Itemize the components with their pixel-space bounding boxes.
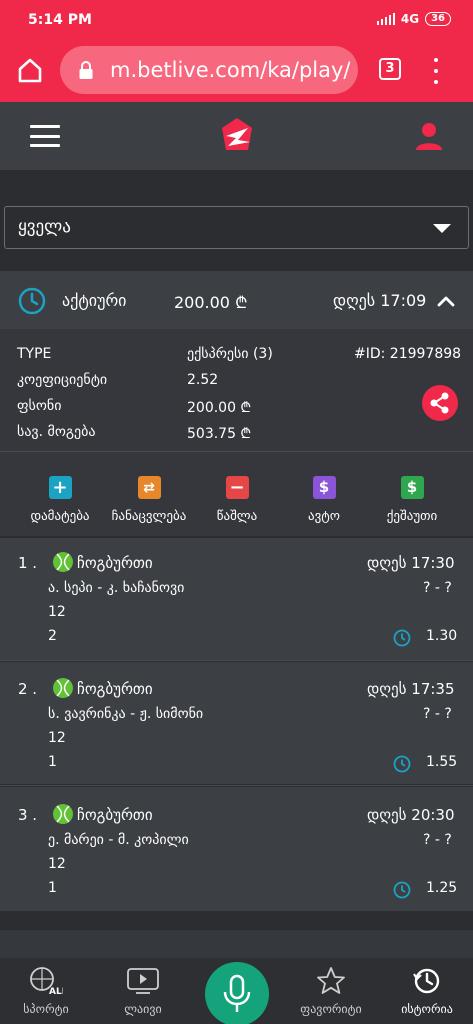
divider [0,660,473,661]
plus-icon: + [48,476,72,499]
match-number: 2 . [18,680,38,698]
bet-date: დღეს 17:09 [333,291,427,310]
clock-icon [18,287,46,315]
clock-icon [393,755,411,773]
tabs-button[interactable]: 3 [379,58,401,80]
star-icon [317,967,345,994]
minus-icon: − [225,476,249,499]
match-market: 12 [48,730,66,746]
bet-id: #ID: 21997898 [354,346,462,362]
status-indicators: 4G 36 [376,12,451,26]
nav-favorites[interactable]: ფავორიტი [291,966,371,1016]
match-score: ? - ? [423,832,452,848]
microphone-icon [223,974,251,1012]
delete-button[interactable]: − წაშლა [192,476,282,524]
network-type: 4G [400,12,420,26]
home-icon[interactable] [16,56,44,84]
match-sport: ჩოგბურთი [77,680,153,698]
auto-button[interactable]: $ ავტო [279,476,369,524]
nav-live[interactable]: ლაივი [103,966,183,1016]
win-label: სავ. მოგება [17,424,96,440]
cashout-button[interactable]: $ ქეშაუთი [367,476,457,524]
match-time: დღეს 17:35 [367,680,455,698]
stake-value: 200.00 ₾ [187,400,252,416]
nav-favorites-label: ფავორიტი [300,1002,362,1016]
type-value: ექსპრესი (3) [187,346,273,362]
coef-value: 2.52 [187,372,219,388]
clock-icon [393,881,411,899]
match-pick: 1 [48,880,57,896]
match-sport: ჩოგბურთი [77,554,153,572]
filter-dropdown[interactable] [4,206,469,249]
bet-amount: 200.00 ₾ [174,293,248,312]
bet-status: აქტიური [62,291,127,310]
browser-menu-icon[interactable] [432,58,440,84]
tennis-ball-icon [53,678,73,698]
filter-selected-value: ყველა [18,217,71,237]
match-market: 12 [48,604,66,620]
sports-ball-icon: ALL [30,967,63,996]
match-teams: ს. ვავრინკა - ჟ. სიმონი [48,706,204,722]
add-label: დამატება [30,509,90,524]
win-value: 503.75 ₾ [187,426,252,442]
match-number: 1 . [18,554,38,572]
match-odds: 1.55 [426,754,458,770]
signal-icon [376,13,395,25]
voice-search-button[interactable] [205,962,269,1024]
divider [0,785,473,786]
replace-label: ჩანაცვლება [111,509,187,524]
stake-label: ფსონი [17,398,62,414]
dropdown-caret-icon[interactable] [433,224,451,233]
play-video-icon [127,968,159,994]
dollar-icon: $ [312,476,336,499]
lock-icon [79,61,93,79]
match-score: ? - ? [423,580,452,596]
header-spacer [0,170,473,198]
dollar-icon: $ [400,476,424,499]
swap-icon: ⇄ [137,476,161,499]
match-time: დღეს 17:30 [367,554,455,572]
match-pick: 2 [48,628,57,644]
nav-sports-label: სპორტი [23,1002,69,1016]
next-bet-card-peek[interactable] [0,930,473,960]
delete-label: წაშლა [216,509,258,524]
type-label: TYPE [17,346,52,362]
user-account-icon[interactable] [414,121,444,151]
match-teams: ე. მარეი - მ. კოპილი [48,832,189,848]
match-number: 3 . [18,806,38,824]
auto-label: ავტო [308,509,340,524]
url-text[interactable]: m.betlive.com/ka/play/c [110,58,350,82]
share-button[interactable] [422,385,458,421]
match-time: დღეს 20:30 [367,806,455,824]
nav-sports[interactable]: ALL სპორტი [6,966,86,1016]
replace-button[interactable]: ⇄ ჩანაცვლება [104,476,194,524]
match-odds: 1.25 [426,880,458,896]
tennis-ball-icon [53,804,73,824]
match-sport: ჩოგბურთი [77,806,153,824]
match-pick: 1 [48,754,57,770]
betlive-logo[interactable] [218,116,256,154]
history-icon [413,968,440,994]
match-market: 12 [48,856,66,872]
nav-history-label: ისტორია [401,1002,453,1016]
all-badge: ALL [49,987,63,996]
nav-live-label: ლაივი [124,1002,162,1016]
hamburger-menu-icon[interactable] [30,125,60,147]
chevron-up-icon[interactable] [437,292,455,310]
battery-icon: 36 [425,12,451,26]
match-score: ? - ? [423,706,452,722]
coef-label: კოეფიციენტი [17,372,108,388]
match-odds: 1.30 [426,628,458,644]
match-teams: ა. სეპი - კ. ხაჩანოვი [48,580,185,596]
cashout-label: ქეშაუთი [386,509,438,524]
share-icon [430,392,449,414]
tennis-ball-icon [53,552,73,572]
nav-history[interactable]: ისტორია [387,966,467,1016]
clock-icon [393,629,411,647]
add-button[interactable]: + დამატება [15,476,105,524]
status-time: 5:14 PM [28,12,92,28]
